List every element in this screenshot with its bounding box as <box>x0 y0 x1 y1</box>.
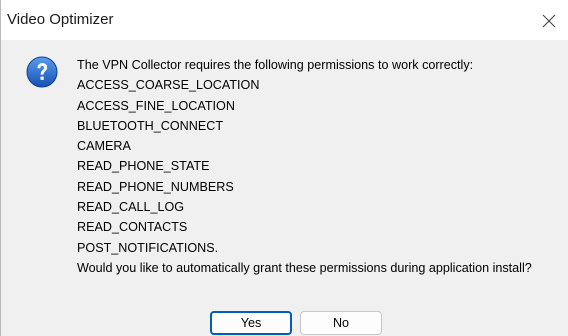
dialog-window: Video Optimizer The VPN Collector requir… <box>0 0 568 336</box>
yes-button[interactable]: Yes <box>210 311 292 335</box>
permission-item: READ_CALL_LOG <box>77 200 185 215</box>
window-title: Video Optimizer <box>7 11 114 28</box>
permission-item: READ_CONTACTS <box>77 220 188 235</box>
permission-item: ACCESS_FINE_LOCATION <box>77 98 235 113</box>
no-button[interactable]: No <box>300 311 382 335</box>
question-icon <box>26 56 58 88</box>
permission-item: READ_PHONE_NUMBERS <box>77 179 234 194</box>
permission-item: ACCESS_COARSE_LOCATION <box>77 78 260 93</box>
permission-item: READ_PHONE_STATE <box>77 159 210 174</box>
permission-item: POST_NOTIFICATIONS. <box>77 240 219 255</box>
permission-item: BLUETOOTH_CONNECT <box>77 118 224 133</box>
dialog-content: The VPN Collector requires the following… <box>1 40 568 336</box>
permission-item: CAMERA <box>77 139 131 154</box>
message-text: The VPN Collector requires the following… <box>77 55 532 278</box>
title-bar[interactable]: Video Optimizer <box>1 0 568 40</box>
close-button[interactable] <box>537 9 561 33</box>
close-icon <box>542 14 556 28</box>
intro-text: The VPN Collector requires the following… <box>77 58 474 72</box>
question-text: Would you like to automatically grant th… <box>77 260 532 275</box>
